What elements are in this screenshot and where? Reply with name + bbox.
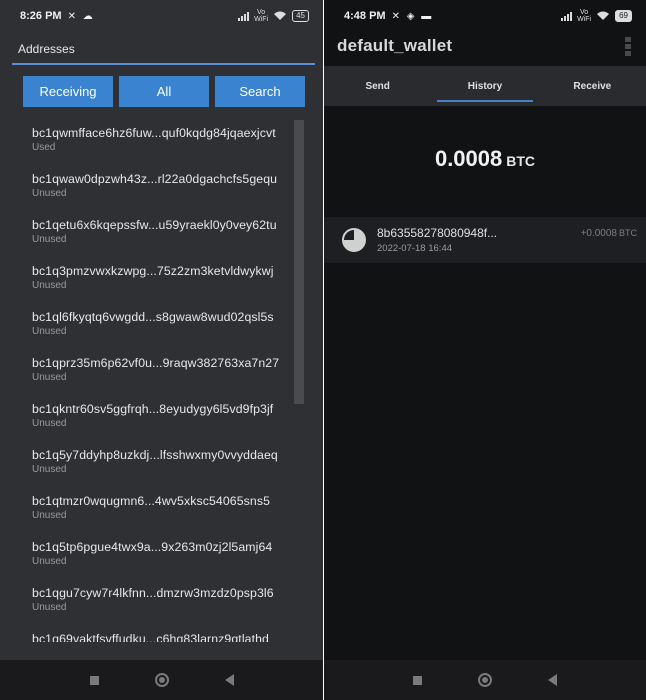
address-status: Unused (32, 510, 67, 521)
header-underline (12, 63, 315, 65)
list-item[interactable]: bc1qkntr60sv5ggfrqh...8eyudygy6l5vd9fp3j… (32, 402, 302, 442)
list-item[interactable]: bc1qgu7cyw7r4lkfnn...dmzrw3mzdz0psp3l6 U… (32, 586, 302, 626)
address-status: Unused (32, 280, 67, 291)
wallet-header: default_wallet (324, 32, 646, 66)
wallet-tabs: Send History Receive (324, 66, 646, 106)
addresses-screen: 8:26 PM ✕ ☁ Vo WiFi 45 Addresses Receivin… (0, 0, 323, 700)
balance-amount: 0.0008 (434, 146, 503, 171)
address-text: bc1ql6fkyqtq6vwgdd...s8gwaw8wud02qsl5s (32, 310, 274, 324)
transaction-amount-value: +0.0008 (580, 228, 617, 239)
recents-icon[interactable] (413, 675, 422, 685)
more-options-icon[interactable] (625, 37, 631, 56)
status-time: 4:48 PM (344, 10, 386, 22)
address-status: Unused (32, 326, 67, 337)
list-item[interactable]: bc1q5y7ddyhp8uzkdj...lfsshwxmy0vvyddaeq … (32, 448, 302, 488)
address-status: Unused (32, 418, 67, 429)
address-list: bc1qwmfface6hz6fuw...quf0kqdg84jqaexjcvt… (0, 118, 323, 642)
list-item[interactable]: bc1qetu6x6kqepssfw...u59yraekl0y0vey62tu… (32, 218, 302, 258)
list-item[interactable]: bc1ql6fkyqtq6vwgdd...s8gwaw8wud02qsl5s U… (32, 310, 302, 350)
address-status: Unused (32, 556, 67, 567)
wifi-icon (597, 11, 610, 20)
list-item[interactable]: bc1qprz35m6p62vf0u...9raqw382763xa7n27 U… (32, 356, 302, 396)
wallet-title: default_wallet (337, 36, 453, 55)
wifi-icon (274, 11, 287, 20)
transaction-amount-unit: BTC (619, 228, 637, 238)
back-icon[interactable] (224, 674, 234, 686)
page-title: Addresses (18, 42, 75, 56)
address-text: bc1q69vaktfsvffudku...c6hg83larnz9qtlath… (32, 632, 269, 642)
address-text: bc1q3pmzvwxkzwpg...75z2zm3ketvldwykwj (32, 264, 274, 278)
list-item[interactable]: bc1qwmfface6hz6fuw...quf0kqdg84jqaexjcvt… (32, 126, 302, 166)
volte-wifi-icon: Vo WiFi (577, 9, 592, 23)
list-item[interactable]: bc1qwaw0dpzwh43z...rl22a0dgachcfs5gequ U… (32, 172, 302, 212)
list-scrollbar[interactable] (294, 120, 304, 404)
address-filter-bar: Receiving All Search (23, 76, 305, 107)
signal-icon (561, 11, 573, 21)
balance-unit: BTC (506, 153, 536, 169)
address-status: Used (32, 142, 56, 153)
status-bar: 4:48 PM ✕ ◈ ▬ Vo WiFi 69 (324, 0, 646, 32)
tab-send[interactable]: Send (324, 66, 431, 106)
address-text: bc1qwaw0dpzwh43z...rl22a0dgachcfs5gequ (32, 172, 278, 186)
address-text: bc1qtmzr0wqugmn6...4wv5xksc54065sns5 (32, 494, 271, 508)
list-item[interactable]: bc1q5tp6pgue4twx9a...9x263m0zj2l5amj64 U… (32, 540, 302, 580)
wallet-balance: 0.0008 BTC (324, 146, 646, 172)
recents-icon[interactable] (89, 675, 99, 685)
list-item[interactable]: bc1q69vaktfsvffudku...c6hg83larnz9qtlath… (32, 632, 302, 642)
address-text: bc1qwmfface6hz6fuw...quf0kqdg84jqaexjcvt (32, 126, 276, 140)
transaction-date: 2022-07-18 16:44 (377, 243, 453, 254)
address-text: bc1q5tp6pgue4twx9a...9x263m0zj2l5amj64 (32, 540, 273, 554)
address-status: Unused (32, 464, 67, 475)
notification-icons: ✕ ◈ ▬ (391, 10, 434, 22)
transaction-row[interactable]: 8b63558278080948f... 2022-07-18 16:44 +0… (324, 217, 646, 263)
status-bar: 8:26 PM ✕ ☁ Vo WiFi 45 (0, 0, 323, 32)
list-item[interactable]: bc1qtmzr0wqugmn6...4wv5xksc54065sns5 Unu… (32, 494, 302, 534)
address-text: bc1qetu6x6kqepssfw...u59yraekl0y0vey62tu (32, 218, 277, 232)
signal-icon (238, 11, 250, 21)
status-time: 8:26 PM (20, 10, 62, 22)
tab-receive[interactable]: Receive (539, 66, 646, 106)
address-status: Unused (32, 602, 67, 613)
battery-icon: 45 (292, 10, 309, 22)
address-status: Unused (32, 188, 67, 199)
system-nav-bar (0, 660, 323, 700)
list-item[interactable]: bc1q3pmzvwxkzwpg...75z2zm3ketvldwykwj Un… (32, 264, 302, 304)
addresses-header: Addresses (0, 32, 323, 70)
wallet-screen: 4:48 PM ✕ ◈ ▬ Vo WiFi 69 default_wallet S… (324, 0, 646, 700)
pending-clock-icon (342, 228, 366, 252)
address-text: bc1qprz35m6p62vf0u...9raqw382763xa7n27 (32, 356, 280, 370)
notification-icons: ✕ ☁ (67, 10, 95, 22)
search-button[interactable]: Search (215, 76, 305, 107)
battery-icon: 69 (615, 10, 632, 22)
volte-wifi-icon: Vo WiFi (254, 9, 269, 23)
address-text: bc1q5y7ddyhp8uzkdj...lfsshwxmy0vvyddaeq (32, 448, 278, 462)
transaction-id: 8b63558278080948f... (377, 226, 498, 240)
home-icon[interactable] (478, 673, 492, 687)
transaction-amount: +0.0008 BTC (581, 228, 637, 239)
back-icon[interactable] (548, 674, 557, 686)
address-text: bc1qgu7cyw7r4lkfnn...dmzrw3mzdz0psp3l6 (32, 586, 274, 600)
all-button[interactable]: All (119, 76, 209, 107)
home-icon[interactable] (154, 673, 169, 687)
system-nav-bar (324, 660, 646, 700)
tab-history[interactable]: History (431, 66, 538, 106)
address-text: bc1qkntr60sv5ggfrqh...8eyudygy6l5vd9fp3j… (32, 402, 274, 416)
receiving-button[interactable]: Receiving (23, 76, 113, 107)
address-status: Unused (32, 234, 67, 245)
address-status: Unused (32, 372, 67, 383)
